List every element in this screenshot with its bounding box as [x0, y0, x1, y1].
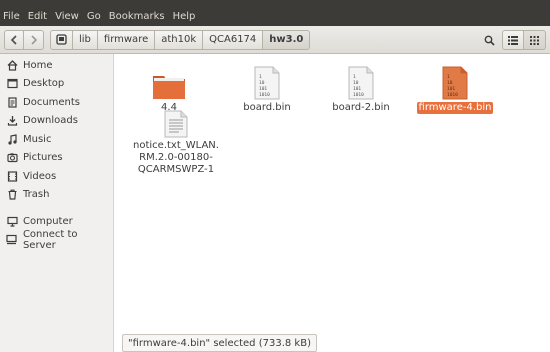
menu-bar: File Edit View Go Bookmarks Help	[0, 6, 550, 26]
grid-icon	[530, 35, 539, 45]
sidebar-item-label: Desktop	[23, 78, 65, 90]
breadcrumb-firmware[interactable]: firmware	[97, 29, 156, 50]
menu-bookmarks[interactable]: Bookmarks	[105, 11, 169, 22]
file-item-folder[interactable]: 4.4	[124, 60, 214, 114]
file-item-board-bin[interactable]: 1 10 101 1010 board.bin	[222, 60, 312, 114]
text-file-icon	[164, 110, 188, 138]
chevron-left-icon	[10, 34, 17, 45]
file-name-line: QCARMSWPZ-1	[137, 164, 215, 175]
status-bar: "firmware-4.bin" selected (733.8 kB)	[122, 334, 317, 352]
breadcrumb-ath10k[interactable]: ath10k	[155, 29, 204, 50]
forward-button[interactable]	[24, 29, 44, 50]
list-icon	[508, 35, 518, 45]
breadcrumb-lib[interactable]: lib	[73, 29, 98, 50]
file-item-notice-txt[interactable]: notice.txt_WLAN. RM.2.0-00180- QCARMSWPZ…	[124, 110, 228, 176]
binary-glyph-line: 1	[259, 74, 262, 80]
file-name: board-2.bin	[332, 102, 390, 113]
nav-buttons	[4, 29, 44, 50]
binary-glyph-line: 1	[447, 74, 450, 80]
sidebar-item-desktop[interactable]: Desktop	[0, 75, 113, 94]
file-item-firmware-4-bin[interactable]: 1 10 101 1010 firmware-4.bin	[410, 60, 500, 114]
sidebar-item-home[interactable]: Home	[0, 56, 113, 75]
sidebar-item-music[interactable]: Music	[0, 130, 113, 149]
menu-go[interactable]: Go	[83, 11, 105, 22]
videos-icon	[6, 170, 18, 182]
binary-file-icon: 1 10 101 1010	[348, 66, 374, 100]
binary-glyph-line: 101	[447, 86, 455, 92]
sidebar-item-label: Downloads	[23, 115, 78, 127]
sidebar-item-label: Connect to Server	[22, 228, 78, 251]
desktop-icon	[6, 78, 18, 90]
sidebar: Home Desktop Documents Downloads Music P…	[0, 54, 114, 352]
binary-glyph-line: 10	[447, 80, 453, 86]
sidebar-item-videos[interactable]: Videos	[0, 167, 113, 186]
breadcrumb: lib firmware ath10k QCA6174 hw3.0	[50, 29, 311, 50]
binary-glyph-line: 101	[259, 86, 267, 92]
menu-file[interactable]: File	[0, 11, 24, 22]
binary-glyph-line: 1010	[447, 92, 458, 98]
music-icon	[6, 133, 18, 145]
file-item-board-2-bin[interactable]: 1 10 101 1010 board-2.bin	[316, 60, 406, 114]
file-name: firmware-4.bin	[416, 102, 494, 114]
computer-icon	[6, 215, 18, 227]
search-icon	[484, 35, 495, 46]
file-name-line: RM.2.0-00180-	[139, 152, 213, 163]
sidebar-item-label: Trash	[23, 189, 50, 201]
chevron-right-icon	[30, 34, 37, 45]
file-name-line: notice.txt_WLAN.	[133, 140, 219, 151]
home-icon	[6, 59, 18, 71]
toolbar: lib firmware ath10k QCA6174 hw3.0	[0, 26, 550, 54]
search-button[interactable]	[479, 30, 499, 50]
toolbar-right	[476, 30, 546, 50]
sidebar-item-documents[interactable]: Documents	[0, 93, 113, 112]
file-view: 4.4 1 10 101 1010 board.bin 1 10 101 101…	[114, 54, 550, 352]
sidebar-item-computer[interactable]: Computer	[0, 212, 113, 231]
sidebar-item-label: Videos	[23, 170, 57, 182]
list-view-button[interactable]	[502, 30, 524, 50]
sidebar-item-label: Music	[23, 133, 52, 145]
sidebar-item-connect-to-server[interactable]: Connect to Server	[0, 228, 113, 251]
back-button[interactable]	[4, 29, 24, 50]
binary-file-icon: 1 10 101 1010	[254, 66, 280, 100]
pictures-icon	[6, 152, 18, 164]
sidebar-item-trash[interactable]: Trash	[0, 186, 113, 205]
documents-icon	[6, 96, 18, 108]
sidebar-item-pictures[interactable]: Pictures	[0, 149, 113, 168]
menu-edit[interactable]: Edit	[24, 11, 51, 22]
binary-glyph-line: 101	[353, 86, 361, 92]
menu-help[interactable]: Help	[169, 11, 200, 22]
trash-icon	[6, 189, 18, 201]
breadcrumb-root[interactable]	[50, 29, 73, 50]
sidebar-item-label: Home	[23, 59, 53, 71]
sidebar-item-label: Documents	[23, 96, 81, 108]
menu-view[interactable]: View	[51, 11, 83, 22]
server-icon	[6, 234, 18, 246]
binary-glyph-line: 1010	[353, 92, 364, 98]
breadcrumb-hw3[interactable]: hw3.0	[263, 29, 311, 50]
binary-glyph-line: 10	[353, 80, 359, 86]
grid-view-button[interactable]	[524, 30, 546, 50]
drive-icon	[56, 34, 67, 45]
downloads-icon	[6, 115, 18, 127]
binary-glyph-line: 10	[259, 80, 265, 86]
file-name: board.bin	[243, 102, 291, 113]
sidebar-item-label: Computer	[23, 215, 73, 227]
breadcrumb-qca6174[interactable]: QCA6174	[203, 29, 264, 50]
binary-file-icon: 1 10 101 1010	[442, 66, 468, 100]
folder-icon	[153, 76, 185, 99]
binary-glyph-line: 1010	[259, 92, 270, 98]
sidebar-item-label: Pictures	[23, 152, 63, 164]
binary-glyph-line: 1	[353, 74, 356, 80]
sidebar-item-downloads[interactable]: Downloads	[0, 112, 113, 131]
